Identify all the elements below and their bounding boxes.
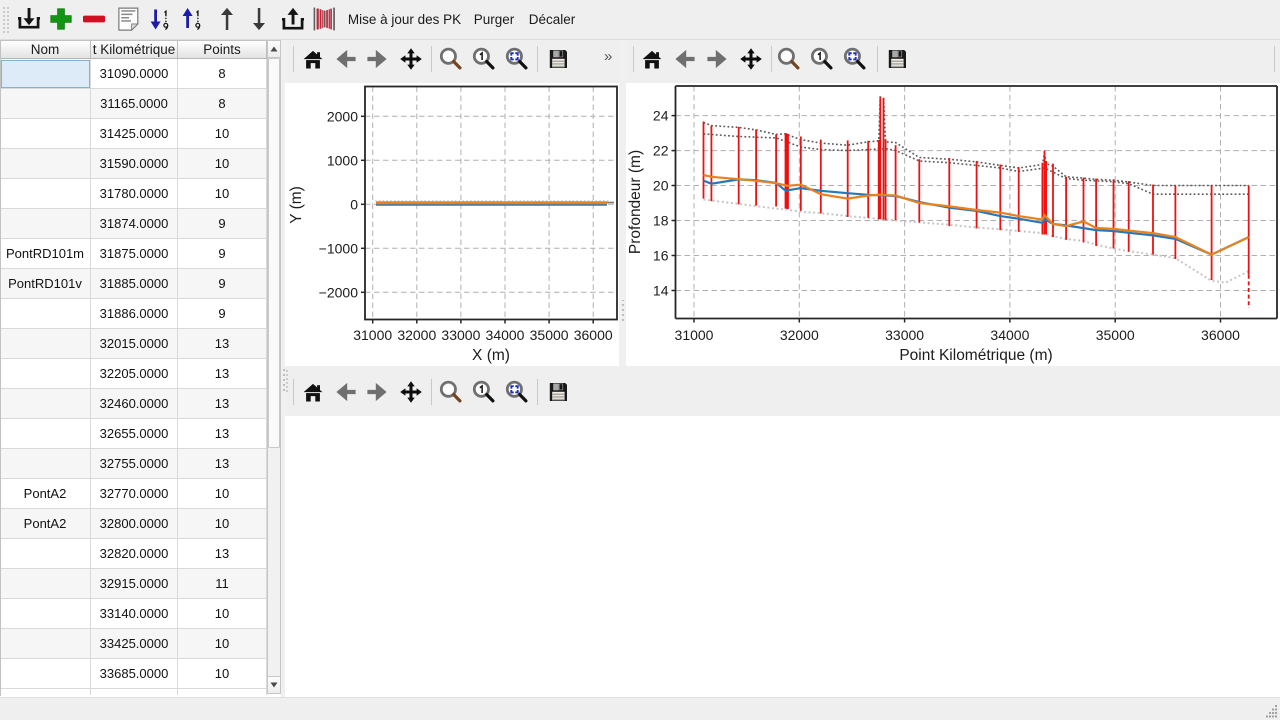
svg-text:34000: 34000: [486, 327, 525, 343]
svg-text:0: 0: [350, 196, 358, 212]
svg-text:1000: 1000: [327, 152, 358, 168]
svg-text:2000: 2000: [327, 108, 358, 124]
svg-text:31000: 31000: [675, 327, 714, 343]
svg-text:20: 20: [653, 178, 669, 194]
svg-text:18: 18: [653, 213, 669, 229]
svg-text:Point Kilométrique (m): Point Kilométrique (m): [899, 347, 1052, 364]
svg-text:−2000: −2000: [319, 284, 359, 300]
svg-text:34000: 34000: [990, 327, 1029, 343]
svg-text:Y (m): Y (m): [288, 186, 305, 224]
svg-text:22: 22: [653, 143, 669, 159]
svg-text:35000: 35000: [530, 327, 569, 343]
svg-text:33000: 33000: [441, 327, 480, 343]
svg-text:35000: 35000: [1096, 327, 1135, 343]
svg-text:32000: 32000: [780, 327, 819, 343]
svg-text:32000: 32000: [397, 327, 436, 343]
svg-text:16: 16: [653, 248, 669, 264]
svg-text:31000: 31000: [353, 327, 392, 343]
svg-text:14: 14: [653, 283, 669, 299]
svg-text:24: 24: [653, 108, 669, 124]
svg-text:Profondeur (m): Profondeur (m): [627, 150, 644, 254]
svg-text:36000: 36000: [574, 327, 613, 343]
svg-text:36000: 36000: [1201, 327, 1240, 343]
svg-text:33000: 33000: [885, 327, 924, 343]
svg-text:−1000: −1000: [319, 240, 359, 256]
svg-text:X (m): X (m): [472, 347, 510, 364]
